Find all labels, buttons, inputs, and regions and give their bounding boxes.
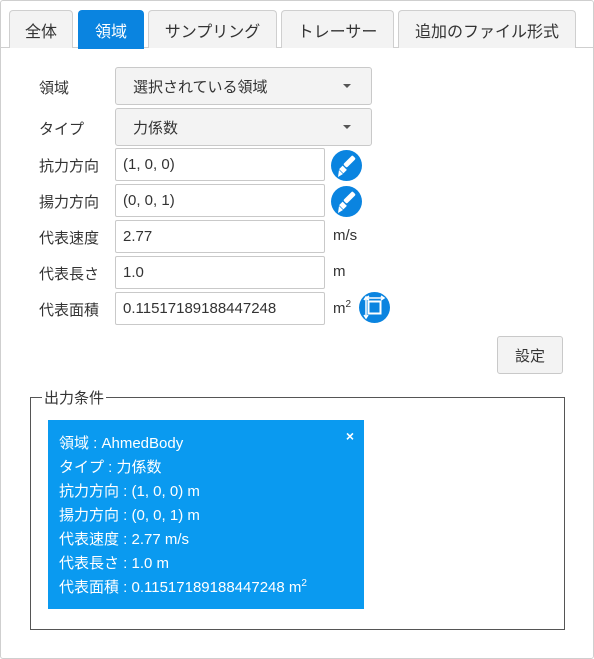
paint-brush-icon[interactable] <box>331 186 362 217</box>
tab-bar: 全体 領域 サンプリング トレーサー 追加のファイル形式 <box>1 1 593 49</box>
tab-general[interactable]: 全体 <box>9 10 73 48</box>
drag-direction-label: 抗力方向 <box>39 158 100 175</box>
ref-velocity-label: 代表速度 <box>39 230 100 247</box>
card-line-type: タイプ : 力係数 <box>59 459 162 476</box>
set-button[interactable]: 設定 <box>497 336 563 374</box>
lift-direction-label: 揚力方向 <box>39 194 100 211</box>
card-line-region: 領域 : AhmedBody <box>59 435 184 452</box>
chevron-down-icon <box>343 125 351 129</box>
panel: 全体 領域 サンプリング トレーサー 追加のファイル形式 領域 選択されている領… <box>0 0 594 659</box>
card-line-drag-direction: 抗力方向 : (1, 0, 0) m <box>59 483 200 500</box>
ref-area-label: 代表面積 <box>39 302 100 319</box>
card-line-ref-area: 代表面積 : 0.11517189188447248 m2 <box>59 578 307 596</box>
card-line-ref-length: 代表長さ : 1.0 m <box>59 555 170 572</box>
region-select-value: 選択されている領域 <box>133 78 268 96</box>
type-select[interactable]: 力係数 <box>115 108 372 146</box>
tab-tracer[interactable]: トレーサー <box>281 10 394 48</box>
ref-velocity-input[interactable] <box>115 220 325 253</box>
card-line-ref-velocity: 代表速度 : 2.77 m/s <box>59 531 190 548</box>
ref-area-unit: m2 <box>333 299 352 317</box>
chevron-down-icon <box>343 84 351 88</box>
region-select[interactable]: 選択されている領域 <box>115 67 372 105</box>
ref-length-unit: m <box>333 263 346 280</box>
paint-brush-icon[interactable] <box>331 150 362 181</box>
tab-sampling[interactable]: サンプリング <box>148 10 277 48</box>
type-select-value: 力係数 <box>133 119 179 137</box>
lift-direction-input[interactable] <box>115 184 325 217</box>
ref-length-label: 代表長さ <box>39 266 100 283</box>
ref-area-input[interactable] <box>115 292 325 325</box>
type-label: タイプ <box>39 121 85 138</box>
region-label: 領域 <box>39 80 70 97</box>
resize-icon[interactable] <box>359 292 390 323</box>
drag-direction-input[interactable] <box>115 148 325 181</box>
ref-velocity-unit: m/s <box>333 227 358 244</box>
ref-length-input[interactable] <box>115 256 325 289</box>
output-conditions-legend: 出力条件 <box>42 387 107 408</box>
card-line-lift-direction: 揚力方向 : (0, 0, 1) m <box>59 507 200 524</box>
close-icon[interactable]: × <box>346 428 354 444</box>
tab-additional-formats[interactable]: 追加のファイル形式 <box>398 10 576 48</box>
tab-region[interactable]: 領域 <box>78 10 144 49</box>
output-condition-card: × 領域 : AhmedBody タイプ : 力係数 抗力方向 : (1, 0,… <box>48 420 364 609</box>
